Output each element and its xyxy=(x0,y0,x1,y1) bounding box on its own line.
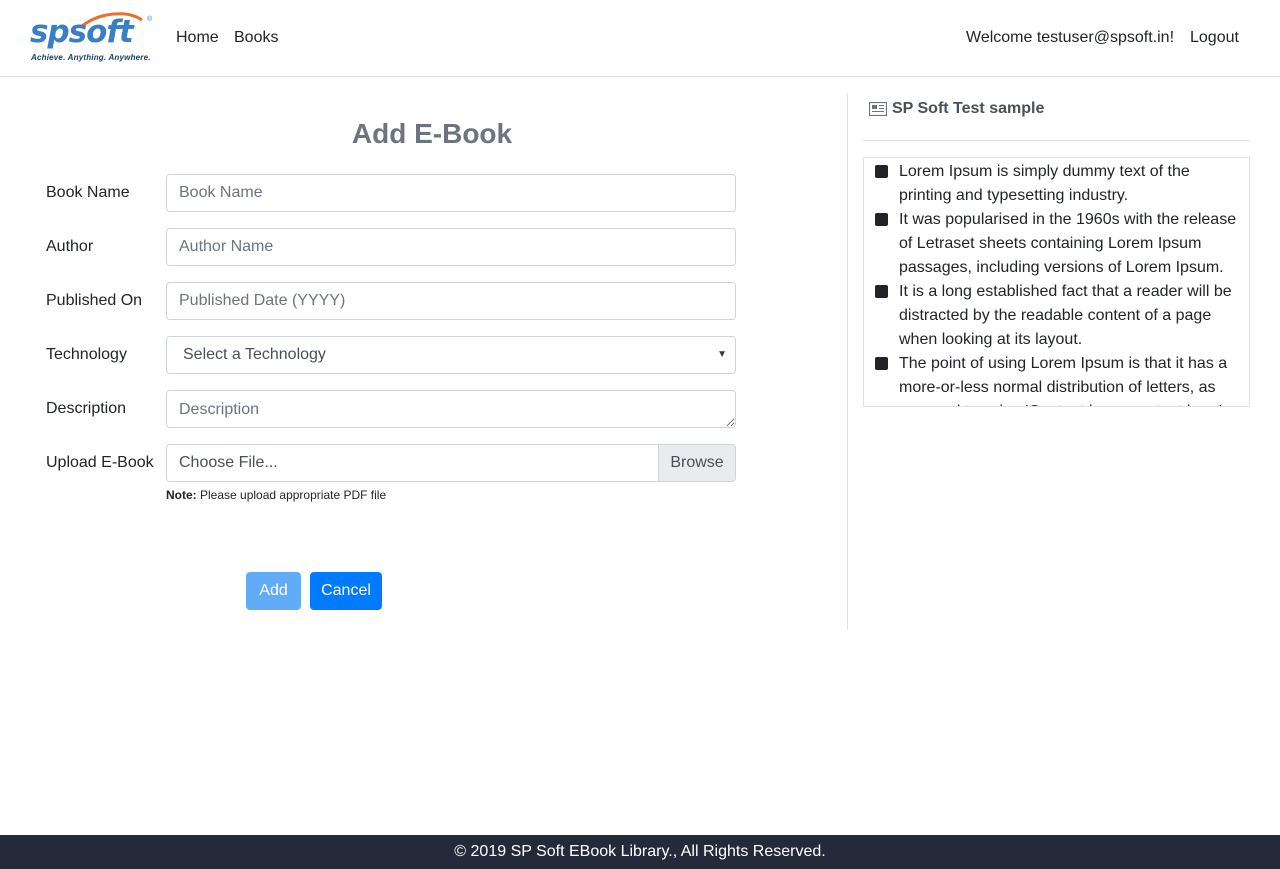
nav-home-link[interactable]: Home xyxy=(176,29,219,47)
news-ticker[interactable]: Lorem Ipsum is simply dummy text of the … xyxy=(863,157,1250,407)
note-text: Please upload appropriate PDF file xyxy=(200,488,387,502)
book-name-input[interactable] xyxy=(166,174,736,212)
description-label: Description xyxy=(46,400,127,417)
file-upload-input[interactable]: Choose File... Browse xyxy=(166,444,736,482)
add-button[interactable]: Add xyxy=(246,572,301,610)
caret-down-icon: ▼ xyxy=(717,349,727,360)
page-title: Add E-Book xyxy=(351,118,513,149)
published-on-label: Published On xyxy=(46,292,143,309)
list-item-text: Lorem Ipsum is simply dummy text of the … xyxy=(899,163,1190,204)
spsoft-logo[interactable]: spsoft ® Achieve. Anything. Anywhere. xyxy=(30,12,154,64)
book-name-label: Book Name xyxy=(46,184,130,201)
list-item: It was popularised in the 1960s with the… xyxy=(874,208,1243,280)
list-item-text: It is a long established fact that a rea… xyxy=(899,283,1232,348)
square-bullet-icon xyxy=(875,285,888,298)
vertical-divider xyxy=(847,93,848,630)
list-item-text: It was popularised in the 1960s with the… xyxy=(899,211,1237,276)
logout-link[interactable]: Logout xyxy=(1190,29,1239,47)
author-label: Author xyxy=(46,238,94,255)
cancel-button[interactable]: Cancel xyxy=(310,572,382,610)
technology-select[interactable]: Select a Technology ▼ xyxy=(166,336,736,374)
logo-wordmark: spsoft xyxy=(30,14,134,50)
page-footer: © 2019 SP Soft EBook Library., All Right… xyxy=(0,835,1280,869)
list-item: Lorem Ipsum is simply dummy text of the … xyxy=(874,160,1243,208)
square-bullet-icon xyxy=(875,165,888,178)
published-date-input[interactable] xyxy=(166,282,736,320)
nav-books-link[interactable]: Books xyxy=(234,29,278,47)
note-label: Note: xyxy=(166,488,197,502)
sidebar-divider xyxy=(863,140,1250,141)
newspaper-icon xyxy=(869,102,887,116)
list-item: It is a long established fact that a rea… xyxy=(874,280,1243,352)
file-chosen-text: Choose File... xyxy=(179,454,278,471)
logo-tagline: Achieve. Anything. Anywhere. xyxy=(31,53,151,62)
technology-selected-value: Select a Technology xyxy=(183,346,326,363)
square-bullet-icon xyxy=(875,357,888,370)
sidebar-title: SP Soft Test sample xyxy=(892,100,1045,117)
top-navbar: spsoft ® Achieve. Anything. Anywhere. Ho… xyxy=(0,0,1280,77)
square-bullet-icon xyxy=(875,213,888,226)
logo-registered-mark: ® xyxy=(147,16,153,23)
copyright-text: © 2019 SP Soft EBook Library., All Right… xyxy=(454,843,826,860)
technology-label: Technology xyxy=(46,346,127,363)
news-list: Lorem Ipsum is simply dummy text of the … xyxy=(864,158,1249,406)
author-input[interactable] xyxy=(166,228,736,266)
list-item: The point of using Lorem Ipsum is that i… xyxy=(874,352,1243,406)
list-item-text: The point of using Lorem Ipsum is that i… xyxy=(899,355,1228,406)
welcome-message: Welcome testuser@spsoft.in! xyxy=(966,29,1175,46)
upload-ebook-label: Upload E-Book xyxy=(46,454,154,471)
description-textarea[interactable] xyxy=(166,390,736,428)
upload-note: Note: Please upload appropriate PDF file xyxy=(166,488,386,502)
browse-button[interactable]: Browse xyxy=(658,445,735,481)
